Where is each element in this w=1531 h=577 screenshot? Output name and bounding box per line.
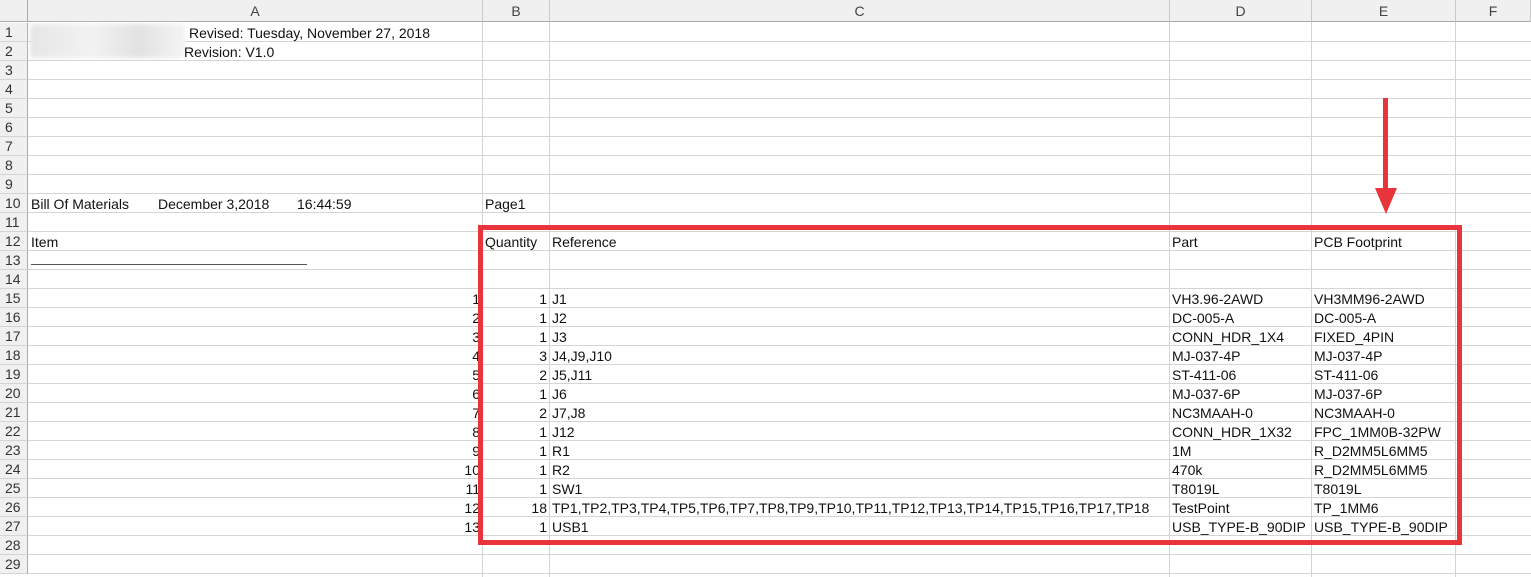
cell-bom-time[interactable]: 16:44:59 — [297, 195, 352, 214]
row-header[interactable]: 6 — [0, 118, 28, 137]
cell-item[interactable]: 7 — [28, 404, 480, 423]
cell-item[interactable]: 11 — [28, 480, 480, 499]
cell-item[interactable]: 8 — [28, 423, 480, 442]
row-header[interactable]: 23 — [0, 441, 28, 460]
cell-bom-date[interactable]: December 3,2018 — [158, 195, 269, 214]
row-header[interactable]: 8 — [0, 156, 28, 175]
arrow-head-icon — [1375, 188, 1397, 214]
cell-item[interactable]: 6 — [28, 385, 480, 404]
row-header[interactable]: 22 — [0, 422, 28, 441]
row-header[interactable]: 13 — [0, 251, 28, 270]
column-header-c[interactable]: C — [550, 0, 1170, 22]
column-header-f[interactable]: F — [1456, 0, 1531, 22]
row-header[interactable]: 9 — [0, 175, 28, 194]
row-header[interactable]: 19 — [0, 365, 28, 384]
column-header-d[interactable]: D — [1170, 0, 1312, 22]
row-header[interactable]: 27 — [0, 517, 28, 536]
row-header[interactable]: 7 — [0, 137, 28, 156]
row-header[interactable]: 2 — [0, 42, 28, 61]
row-header[interactable]: 24 — [0, 460, 28, 479]
header-item[interactable]: Item — [31, 233, 58, 252]
highlight-box — [478, 225, 1462, 545]
select-all-corner[interactable] — [0, 0, 28, 22]
row-header[interactable]: 21 — [0, 403, 28, 422]
row-header[interactable]: 17 — [0, 327, 28, 346]
row-header[interactable]: 4 — [0, 80, 28, 99]
redacted-title — [30, 24, 185, 58]
cell-item[interactable]: 3 — [28, 328, 480, 347]
row-header[interactable]: 28 — [0, 536, 28, 555]
column-header-a[interactable]: A — [28, 0, 483, 22]
cell-bom-title[interactable]: Bill Of Materials — [31, 195, 129, 214]
row-header[interactable]: 10 — [0, 194, 28, 213]
row-header[interactable]: 26 — [0, 498, 28, 517]
row-header[interactable]: 25 — [0, 479, 28, 498]
cell-item[interactable]: 4 — [28, 347, 480, 366]
cell-item[interactable]: 13 — [28, 518, 480, 537]
row-header[interactable]: 11 — [0, 213, 28, 232]
row-header[interactable]: 15 — [0, 289, 28, 308]
row-header[interactable]: 14 — [0, 270, 28, 289]
cell-item[interactable]: 12 — [28, 499, 480, 518]
column-header-b[interactable]: B — [483, 0, 550, 22]
cell-item[interactable]: 5 — [28, 366, 480, 385]
cell-item[interactable]: 1 — [28, 290, 480, 309]
cell-item[interactable]: 10 — [28, 461, 480, 480]
cell-item[interactable]: 2 — [28, 309, 480, 328]
cell-revision[interactable]: Revision: V1.0 — [184, 43, 274, 62]
row-header[interactable]: 5 — [0, 99, 28, 118]
header-underline — [31, 264, 307, 265]
cell-item[interactable]: 9 — [28, 442, 480, 461]
cell-revised[interactable]: Revised: Tuesday, November 27, 2018 — [189, 24, 430, 43]
row-header[interactable]: 3 — [0, 61, 28, 80]
column-header-e[interactable]: E — [1312, 0, 1456, 22]
row-header[interactable]: 18 — [0, 346, 28, 365]
row-header[interactable]: 1 — [0, 23, 28, 42]
row-header[interactable]: 12 — [0, 232, 28, 251]
cell-page[interactable]: Page1 — [485, 195, 525, 214]
row-header[interactable]: 16 — [0, 308, 28, 327]
row-header[interactable]: 20 — [0, 384, 28, 403]
arrow-annotation — [1383, 98, 1388, 193]
row-header[interactable]: 29 — [0, 555, 28, 574]
